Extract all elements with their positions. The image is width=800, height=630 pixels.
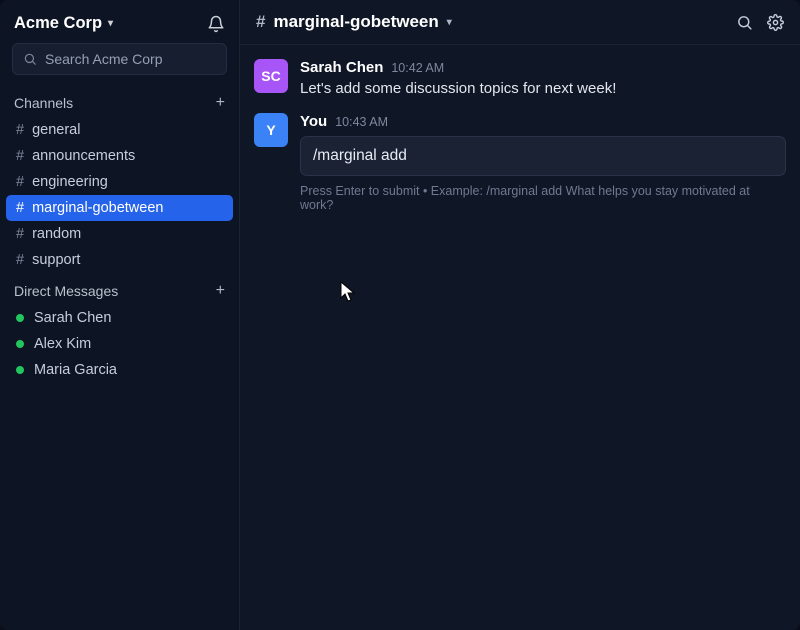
dm-item-alex-kim[interactable]: Alex Kim (6, 331, 233, 357)
presence-dot (16, 314, 24, 322)
hash-icon: # (256, 12, 265, 32)
dm-name: Alex Kim (34, 336, 91, 352)
message-body: Sarah Chen 10:42 AM Let's add some discu… (300, 59, 786, 99)
message-row: SC Sarah Chen 10:42 AM Let's add some di… (254, 59, 786, 99)
message-head: Sarah Chen 10:42 AM (300, 59, 786, 76)
channel-list: # general # announcements # engineering # ma… (0, 117, 239, 273)
message-time: 10:42 AM (391, 61, 444, 75)
sidebar: Acme Corp ▾ Search Acme Corp Channels + … (0, 0, 240, 630)
workspace-switcher[interactable]: Acme Corp ▾ (14, 14, 113, 33)
hash-icon: # (16, 252, 24, 268)
channel-name: general (32, 122, 80, 138)
hash-icon: # (16, 174, 24, 190)
sidebar-item-support[interactable]: # support (6, 247, 233, 273)
search-placeholder: Search Acme Corp (45, 51, 163, 67)
chevron-down-icon: ▾ (108, 18, 113, 29)
sidebar-item-engineering[interactable]: # engineering (6, 169, 233, 195)
message-row: Y You 10:43 AM /marginal add Press Enter… (254, 113, 786, 212)
channel-title: marginal-gobetween (273, 12, 438, 32)
chevron-down-icon: ▾ (447, 17, 452, 28)
search-icon (23, 52, 37, 66)
avatar[interactable]: SC (254, 59, 288, 93)
message-head: You 10:43 AM (300, 113, 786, 130)
dm-item-sarah-chen[interactable]: Sarah Chen (6, 305, 233, 331)
add-dm-button[interactable]: + (216, 283, 225, 299)
sidebar-item-general[interactable]: # general (6, 117, 233, 143)
channel-name: engineering (32, 174, 108, 190)
search-input[interactable]: Search Acme Corp (12, 43, 227, 75)
sidebar-item-marginal-gobetween[interactable]: # marginal-gobetween (6, 195, 233, 221)
command-hint: Press Enter to submit • Example: /margin… (300, 184, 786, 212)
channel-name: support (32, 252, 80, 268)
channels-section-head: Channels + (0, 85, 239, 117)
dm-name: Sarah Chen (34, 310, 111, 326)
workspace-name: Acme Corp (14, 14, 102, 33)
channel-header: # marginal-gobetween ▾ (240, 0, 800, 45)
command-input-text: /marginal add (313, 147, 407, 164)
presence-dot (16, 340, 24, 348)
command-input[interactable]: /marginal add (300, 136, 786, 176)
add-channel-button[interactable]: + (216, 95, 225, 111)
channel-title-button[interactable]: # marginal-gobetween ▾ (256, 12, 452, 32)
avatar-initials: Y (266, 122, 275, 138)
main-pane: # marginal-gobetween ▾ SC Sarah Chen (240, 0, 800, 630)
channel-name: marginal-gobetween (32, 200, 163, 216)
channels-label: Channels (14, 95, 73, 111)
workspace-header: Acme Corp ▾ (0, 0, 239, 43)
avatar[interactable]: Y (254, 113, 288, 147)
app-window: Acme Corp ▾ Search Acme Corp Channels + … (0, 0, 800, 630)
hash-icon: # (16, 200, 24, 216)
sidebar-item-announcements[interactable]: # announcements (6, 143, 233, 169)
dm-list: Sarah Chen Alex Kim Maria Garcia (0, 305, 239, 383)
bell-icon[interactable] (207, 15, 225, 33)
channel-name: random (32, 226, 81, 242)
dm-name: Maria Garcia (34, 362, 117, 378)
hash-icon: # (16, 148, 24, 164)
message-body: You 10:43 AM /marginal add Press Enter t… (300, 113, 786, 212)
channel-name: announcements (32, 148, 135, 164)
mouse-cursor (340, 281, 356, 303)
message-author[interactable]: Sarah Chen (300, 59, 383, 76)
message-text: Let's add some discussion topics for nex… (300, 78, 786, 99)
presence-dot (16, 366, 24, 374)
header-actions (736, 14, 784, 31)
gear-icon[interactable] (767, 14, 784, 31)
dms-label: Direct Messages (14, 283, 118, 299)
hash-icon: # (16, 122, 24, 138)
search-icon[interactable] (736, 14, 753, 31)
message-list: SC Sarah Chen 10:42 AM Let's add some di… (240, 45, 800, 630)
message-time: 10:43 AM (335, 115, 388, 129)
search-container: Search Acme Corp (0, 43, 239, 85)
dm-item-maria-garcia[interactable]: Maria Garcia (6, 357, 233, 383)
dms-section-head: Direct Messages + (0, 273, 239, 305)
avatar-initials: SC (261, 68, 280, 84)
hash-icon: # (16, 226, 24, 242)
message-author[interactable]: You (300, 113, 327, 130)
sidebar-item-random[interactable]: # random (6, 221, 233, 247)
